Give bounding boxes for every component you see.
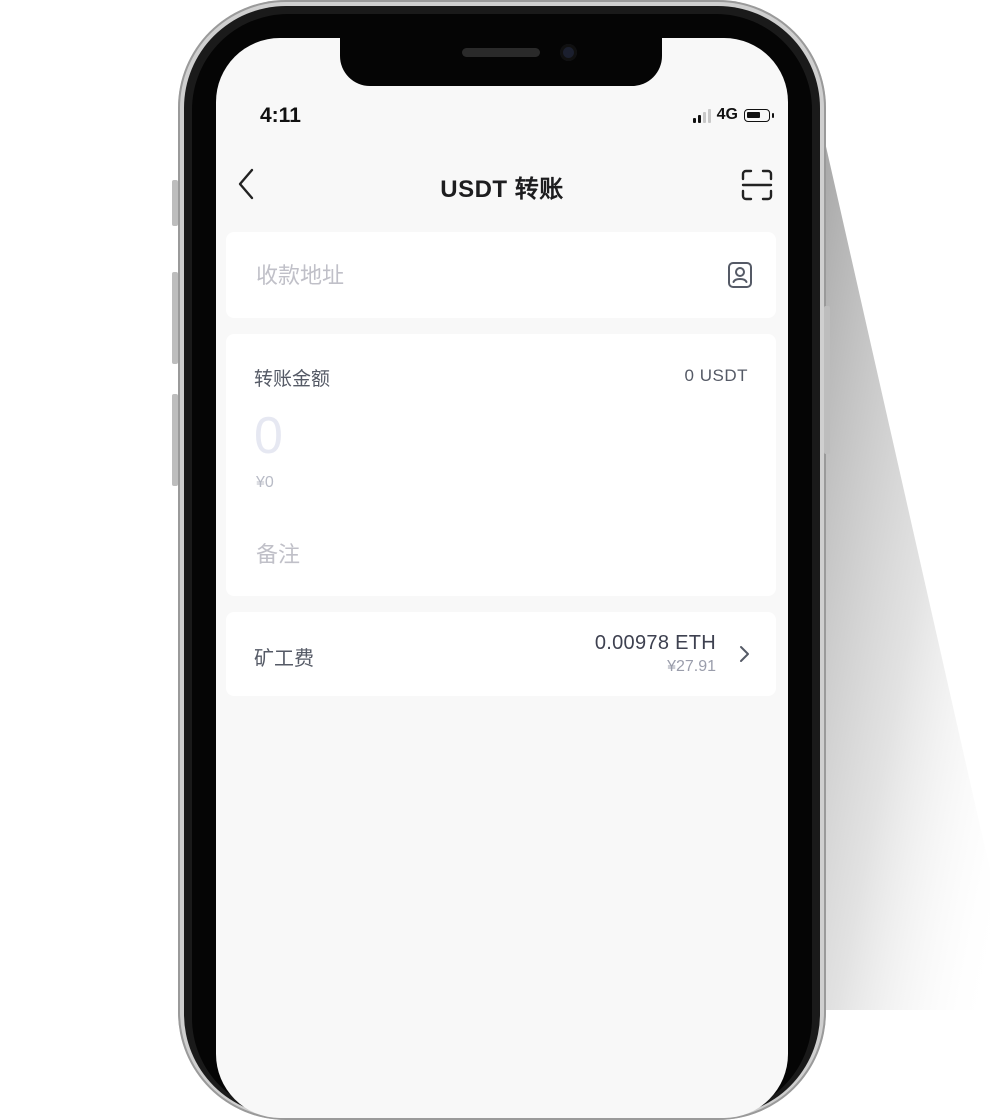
amount-label: 转账金额 — [254, 368, 331, 390]
address-book-icon — [728, 262, 752, 288]
power-button — [824, 306, 830, 454]
status-indicators: 4G — [692, 106, 774, 124]
fee-fiat-amount: ¥27.91 — [667, 658, 716, 675]
signal-icon — [692, 108, 711, 123]
address-input[interactable] — [254, 232, 698, 320]
phone-screen: 4:11 4G USDT 转账 收款地址 转账金额 0 USDT 0 ¥0 备注… — [216, 38, 788, 1118]
volume-down-button — [172, 394, 178, 486]
address-book-button[interactable] — [726, 260, 754, 290]
scan-icon — [741, 169, 773, 201]
amount-input[interactable] — [252, 402, 656, 470]
balance-value: 0 USDT — [684, 366, 748, 385]
fee-eth-amount: 0.00978 ETH — [594, 632, 716, 654]
front-camera — [560, 44, 577, 61]
network-type: 4G — [716, 106, 738, 123]
speaker-grille — [462, 48, 540, 57]
fiat-value: ¥0 — [256, 474, 274, 491]
fee-label: 矿工费 — [254, 646, 314, 670]
volume-up-button — [172, 272, 178, 364]
notch — [340, 38, 662, 86]
miner-fee-row[interactable]: 矿工费 0.00978 ETH ¥27.91 — [226, 612, 776, 696]
scan-button[interactable] — [740, 168, 774, 202]
page-title: USDT 转账 — [440, 176, 564, 203]
nav-bar: USDT 转账 — [216, 156, 788, 212]
status-time: 4:11 — [260, 104, 301, 127]
memo-input[interactable] — [254, 530, 738, 580]
battery-icon — [744, 108, 774, 122]
chevron-right-icon — [740, 646, 749, 662]
mute-switch — [172, 180, 178, 226]
address-card — [226, 232, 776, 320]
amount-card: 转账金额 0 USDT ¥0 — [226, 334, 776, 596]
